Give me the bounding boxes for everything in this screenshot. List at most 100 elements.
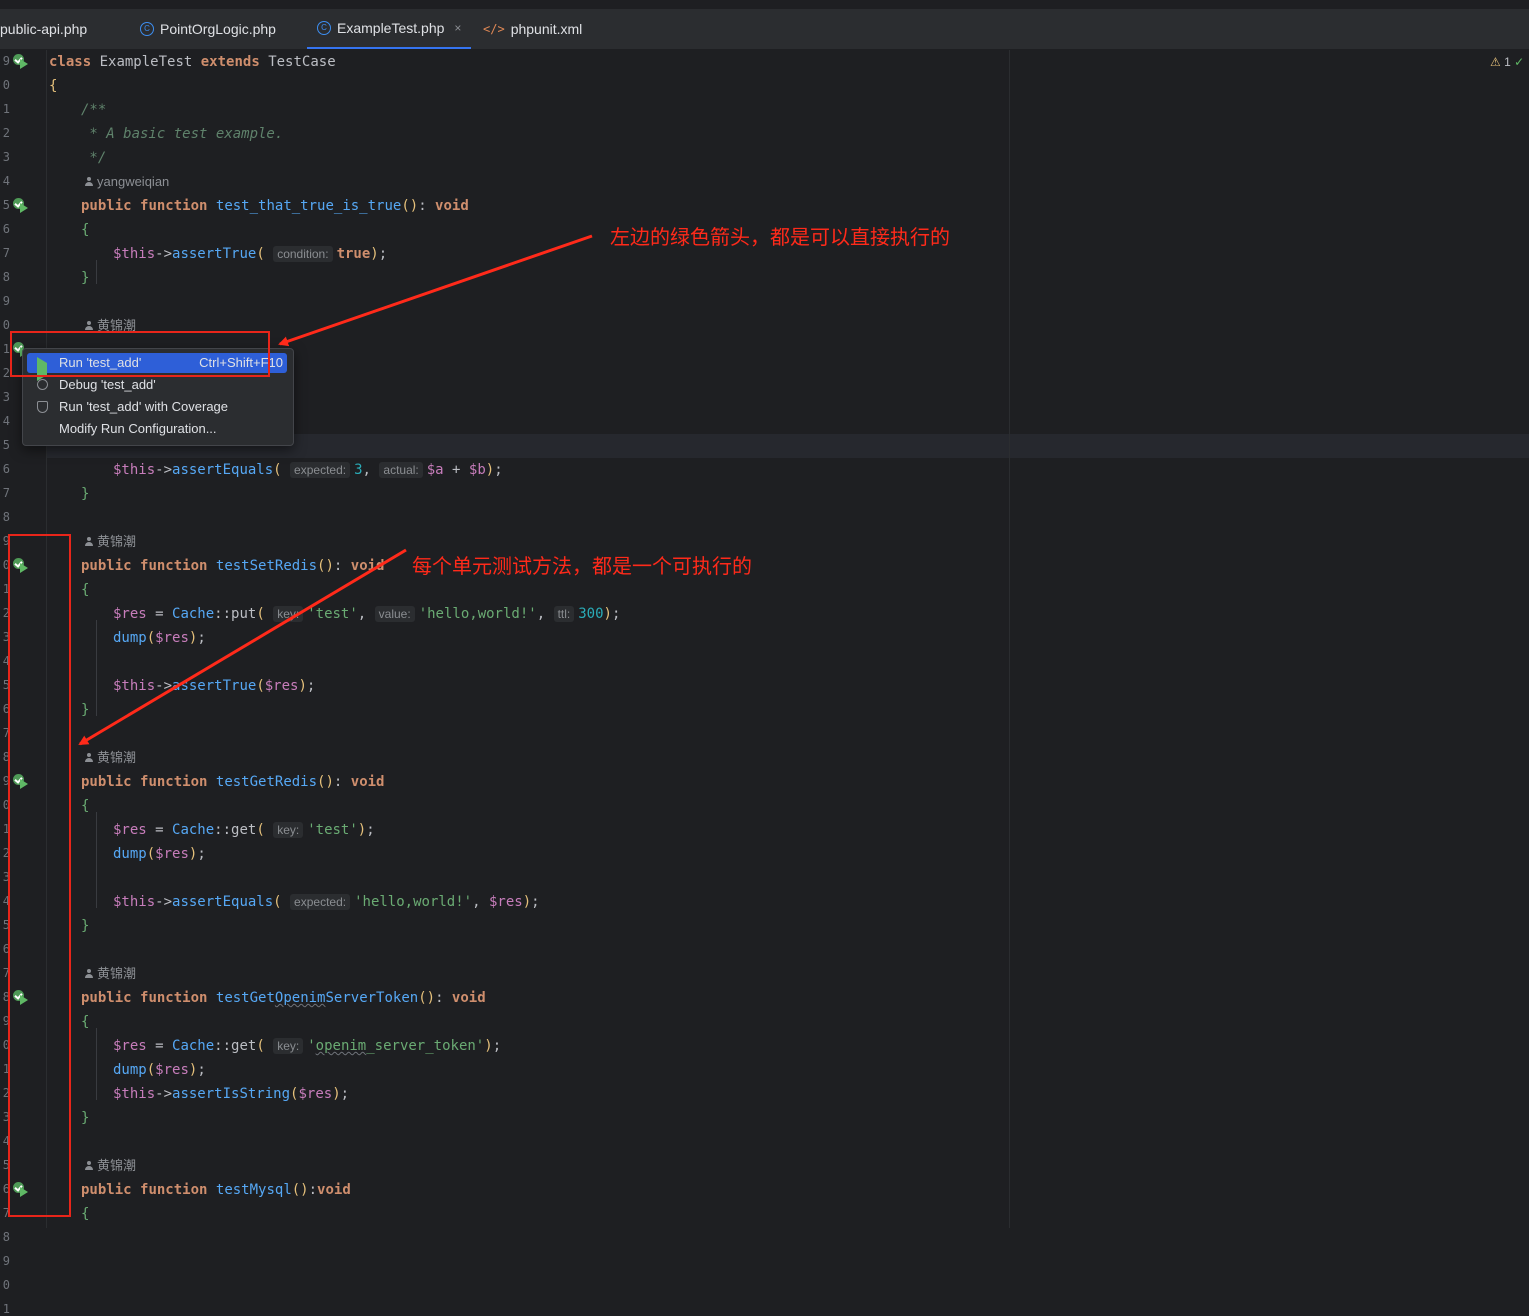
- code-line: * A basic test example.: [81, 126, 284, 142]
- code-line: {: [49, 78, 58, 94]
- right-margin-guide: [1009, 50, 1010, 1228]
- code-line: public function testGetOpenimServerToken…: [81, 990, 486, 1006]
- code-line: }: [81, 1110, 90, 1126]
- code-line: public function test_that_true_is_true()…: [81, 198, 469, 214]
- code-line: }: [81, 702, 90, 718]
- line-number: 2: [2, 366, 10, 380]
- annotation-highlight-box: [10, 331, 270, 377]
- code-line: /**: [81, 102, 107, 118]
- line-number: 6: [2, 462, 10, 476]
- author-inlay[interactable]: yangweiqian: [84, 172, 169, 192]
- php-test-class-icon: C: [317, 21, 331, 35]
- code-line: $res = Cache::get( key:'test');: [113, 822, 375, 838]
- code-line: class ExampleTest extends TestCase: [49, 54, 336, 70]
- tab-label: phpunit.xml: [510, 21, 583, 37]
- line-number: 5: [2, 438, 10, 452]
- editor-tab-bar: public-api.php C PointOrgLogic.php C Exa…: [0, 0, 1529, 50]
- code-line: dump($res);: [113, 1062, 206, 1078]
- tab-label: public-api.php: [0, 21, 88, 37]
- run-test-gutter-icon[interactable]: [13, 198, 29, 213]
- menu-item-modify-config[interactable]: Modify Run Configuration...: [27, 419, 287, 439]
- person-icon: [84, 177, 94, 187]
- title-strip: [0, 0, 1529, 9]
- php-class-icon: C: [140, 22, 154, 36]
- indent-guide: [96, 1028, 97, 1100]
- parameter-hint: key:: [273, 822, 304, 838]
- parameter-hint: condition:: [273, 246, 333, 262]
- tab-public-api[interactable]: public-api.php: [0, 9, 87, 49]
- parameter-hint: actual:: [379, 462, 423, 478]
- line-number: 0: [2, 1278, 10, 1292]
- line-number: 8: [2, 510, 10, 524]
- code-line: $this->assertTrue($res);: [113, 678, 316, 694]
- code-line: {: [81, 1206, 90, 1222]
- line-number: 4: [2, 174, 10, 188]
- code-line: public function testGetRedis(): void: [81, 774, 385, 790]
- code-line: $this->assertEquals( expected:'hello,wor…: [113, 894, 540, 910]
- line-number: 5: [2, 198, 10, 212]
- line-number: 6: [2, 222, 10, 236]
- parameter-hint: ttl:: [553, 606, 575, 622]
- code-line: $res = Cache::put( key:'test', value:'he…: [113, 606, 621, 622]
- menu-item-debug[interactable]: Debug 'test_add': [27, 375, 287, 395]
- indent-guide: [96, 260, 97, 284]
- author-inlay[interactable]: 黄锦潮: [84, 532, 136, 552]
- code-line: {: [81, 582, 90, 598]
- person-icon: [84, 753, 94, 763]
- indent-guide: [96, 812, 97, 908]
- tab-point-org-logic[interactable]: C PointOrgLogic.php: [140, 9, 276, 49]
- warning-icon: ⚠: [1490, 55, 1501, 69]
- line-number: 1: [2, 102, 10, 116]
- xml-file-icon: </>: [483, 22, 505, 36]
- author-inlay[interactable]: 黄锦潮: [84, 748, 136, 768]
- indent-guide: [96, 620, 97, 716]
- author-inlay[interactable]: 黄锦潮: [84, 964, 136, 984]
- code-line: {: [81, 1014, 90, 1030]
- tab-example-test[interactable]: C ExampleTest.php ×: [307, 9, 472, 49]
- annotation-gutter-box: [8, 534, 71, 1217]
- coverage-shield-icon: [37, 401, 48, 413]
- line-number: 4: [2, 414, 10, 428]
- code-line: $this->assertEquals( expected: 3, actual:…: [113, 462, 503, 478]
- annotation-text-top: 左边的绿色箭头，都是可以直接执行的: [610, 225, 950, 249]
- line-number: 8: [2, 270, 10, 284]
- debug-bug-icon: [37, 379, 48, 390]
- code-line: }: [81, 270, 90, 286]
- person-icon: [84, 969, 94, 979]
- line-number: 3: [2, 150, 10, 164]
- line-number: 9: [2, 54, 10, 68]
- person-icon: [84, 537, 94, 547]
- tab-phpunit-xml[interactable]: </> phpunit.xml: [483, 9, 582, 49]
- line-number: 7: [2, 486, 10, 500]
- close-icon[interactable]: ×: [454, 21, 461, 35]
- author-inlay[interactable]: 黄锦潮: [84, 1156, 136, 1176]
- parameter-hint: value:: [374, 606, 415, 622]
- tab-label: PointOrgLogic.php: [160, 21, 276, 37]
- code-line: dump($res);: [113, 630, 206, 646]
- warning-count: 1: [1504, 55, 1511, 69]
- line-number: 8: [2, 1230, 10, 1244]
- parameter-hint: expected:: [290, 462, 351, 478]
- parameter-hint: expected:: [290, 894, 351, 910]
- inspection-widget[interactable]: ⚠ 1 ✓: [1490, 55, 1524, 69]
- code-line: $this->assertIsString($res);: [113, 1086, 350, 1102]
- line-number: 2: [2, 126, 10, 140]
- annotation-text-middle: 每个单元测试方法，都是一个可执行的: [412, 554, 752, 578]
- code-line: $res = Cache::get( key:'openim_server_to…: [113, 1038, 502, 1054]
- tab-label: ExampleTest.php: [337, 20, 445, 36]
- menu-item-run-coverage[interactable]: Run 'test_add' with Coverage: [27, 397, 287, 417]
- line-number: 9: [2, 1254, 10, 1268]
- line-number: 1: [2, 1302, 10, 1316]
- line-number: 0: [2, 318, 10, 332]
- check-icon: ✓: [1514, 55, 1525, 69]
- run-test-gutter-icon[interactable]: [13, 54, 29, 69]
- line-number: 1: [2, 342, 10, 356]
- code-line: {: [81, 222, 90, 238]
- line-number: 9: [2, 294, 10, 308]
- line-number: 3: [2, 390, 10, 404]
- code-line: $this->assertTrue( condition: true);: [113, 246, 388, 262]
- parameter-hint: key:: [273, 606, 304, 622]
- line-number: 0: [2, 78, 10, 92]
- code-line: dump($res);: [113, 846, 206, 862]
- person-icon: [84, 1161, 94, 1171]
